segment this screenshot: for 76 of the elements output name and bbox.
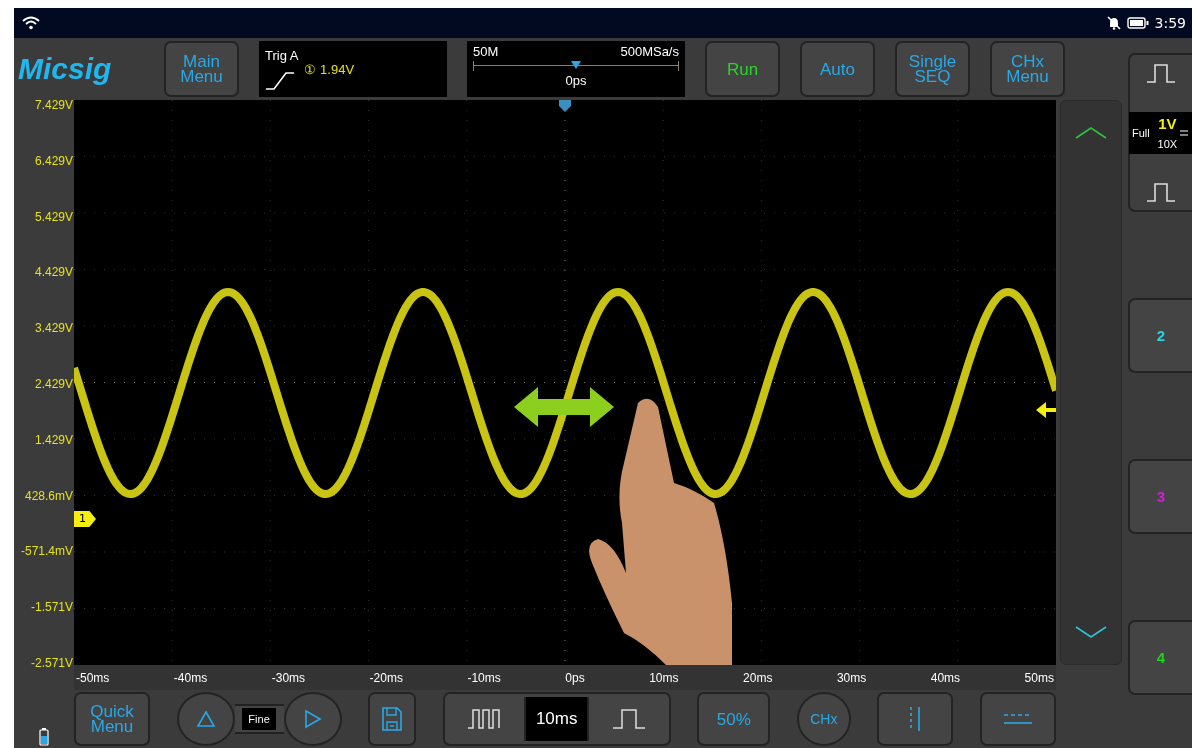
voltage-label: 6.429V xyxy=(34,153,73,168)
horizontal-cursor-button[interactable] xyxy=(979,692,1056,746)
voltage-label: -2.571V xyxy=(30,655,73,670)
voltage-label: 2.429V xyxy=(34,377,73,391)
time-label: -20ms xyxy=(369,670,403,685)
time-label: 10ms xyxy=(649,670,679,685)
memory-depth: 50M xyxy=(473,44,499,59)
voltage-label: 428.6mV xyxy=(24,488,73,503)
voltage-label: -1.571V xyxy=(30,600,73,615)
sample-rate: 500MSa/s xyxy=(620,44,679,59)
chevron-down-icon xyxy=(1075,626,1107,638)
save-icon xyxy=(381,706,404,732)
trigger-label: Trig A xyxy=(265,48,299,64)
rising-edge-icon xyxy=(265,69,295,90)
timebase-value: 10ms xyxy=(523,697,590,741)
chevron-up-icon xyxy=(1075,127,1107,139)
toolbar-button[interactable]: Run xyxy=(705,41,780,97)
trigger-level-icon xyxy=(1036,402,1056,418)
scroll-up-button[interactable] xyxy=(1075,127,1107,139)
battery-icon xyxy=(1126,17,1149,29)
timebase-panel[interactable]: 50M 500MSa/s 0ps xyxy=(467,41,685,97)
pulse-icon xyxy=(1146,182,1176,202)
step-forward-button[interactable] xyxy=(283,692,342,746)
channel-button[interactable]: 2 xyxy=(1128,298,1192,373)
scroll-down-button[interactable] xyxy=(1075,626,1107,638)
pulse-icon xyxy=(1146,63,1176,83)
trigger-level: ① 1.94V xyxy=(304,61,355,77)
slider-thumb[interactable] xyxy=(571,61,581,69)
toolbar-button[interactable]: Auto xyxy=(800,41,875,97)
toolbar-button[interactable]: Single SEQ xyxy=(895,41,970,97)
voltage-label: -571.4mV xyxy=(20,544,73,559)
channel-scale-box[interactable]: 1V Full 10X xyxy=(1129,111,1192,154)
probe-ratio: 10X xyxy=(1156,138,1179,151)
trigger-pin-icon xyxy=(558,100,572,112)
channel-panel[interactable]: 1V Full 10X xyxy=(1128,53,1192,212)
time-label: 30ms xyxy=(836,670,867,685)
triangle-up-icon xyxy=(195,710,216,728)
muted-bell-icon xyxy=(1106,16,1121,30)
coupling-icon xyxy=(1179,127,1188,138)
save-button[interactable] xyxy=(368,692,417,746)
vertical-cursors-icon xyxy=(908,706,923,732)
wifi-icon xyxy=(22,16,40,30)
time-label: 40ms xyxy=(930,670,961,685)
time-label: -40ms xyxy=(173,670,208,685)
time-label: -50ms xyxy=(76,670,110,685)
step-up-button[interactable] xyxy=(176,692,235,746)
time-label: -30ms xyxy=(271,670,306,685)
channel-select-button[interactable]: CHx xyxy=(796,692,851,746)
toolbar-button[interactable]: CHx Menu xyxy=(990,41,1065,97)
bandwidth-label: Full xyxy=(1132,126,1151,139)
trigger-panel[interactable]: Trig A ① 1.94V xyxy=(259,41,447,97)
channel-marker[interactable]: 1 xyxy=(74,511,96,527)
triangle-right-icon xyxy=(303,709,322,729)
position-slider[interactable] xyxy=(473,61,679,71)
pulse-icon xyxy=(612,708,647,730)
voltage-label: 4.429V xyxy=(34,265,73,280)
pulse-train-icon xyxy=(467,708,502,730)
brand-logo: Micsig xyxy=(18,52,113,86)
step-mode-label: Fine xyxy=(242,708,276,730)
time-label: 50ms xyxy=(1024,670,1054,685)
voltage-label: 5.429V xyxy=(34,209,73,224)
voltage-label: 7.429V xyxy=(34,98,73,112)
main-menu-button[interactable]: Main Menu xyxy=(164,41,239,97)
battery-icon xyxy=(39,728,49,746)
channel-scale: 1V xyxy=(1157,114,1178,132)
horizontal-cursors-icon xyxy=(1002,712,1033,726)
time-label: 0ps xyxy=(565,670,585,685)
trigger-center-button[interactable]: 50% xyxy=(697,692,771,746)
channel-button[interactable]: 4 xyxy=(1128,620,1192,695)
time-label: 20ms xyxy=(743,670,773,685)
voltage-label: 1.429V xyxy=(34,432,73,447)
voltage-label: 3.429V xyxy=(34,321,73,336)
trigger-position: 0ps xyxy=(564,73,588,88)
time-label: -10ms xyxy=(467,670,501,685)
quick-menu-button[interactable]: Quick Menu xyxy=(74,692,150,746)
clock-time: 3:59 xyxy=(1154,15,1186,31)
